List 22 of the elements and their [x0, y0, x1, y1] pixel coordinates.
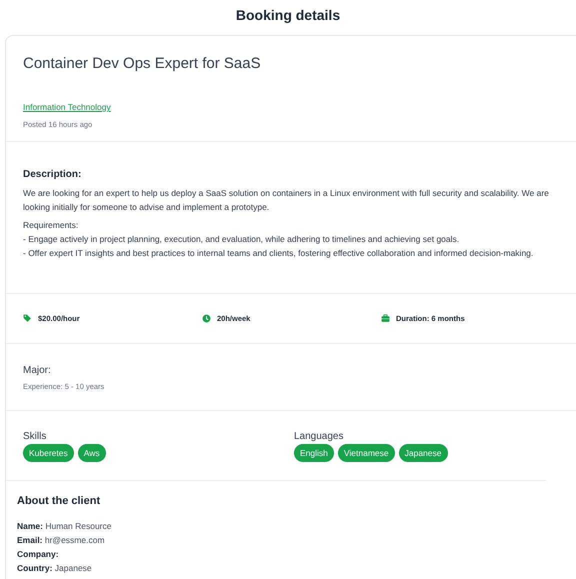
client-heading: About the client — [17, 495, 102, 507]
job-title: Container Dev Ops Expert for SaaS — [23, 55, 262, 72]
briefcase-icon — [381, 314, 390, 323]
clock-icon — [202, 314, 211, 323]
tag: Japanese — [398, 444, 448, 462]
tag-icon — [23, 314, 32, 323]
client-field: Country: Japanese — [17, 561, 557, 575]
tag: Vietnamese — [338, 444, 395, 462]
category-link[interactable]: Information Technology — [23, 102, 111, 112]
major-heading: Major: — [23, 365, 52, 376]
description-heading: Description: — [23, 169, 82, 180]
description-text: Requirements: - Engage actively in project planning, execution, and evaluation, while adhering to timelines and achieving set goals. - Offer expert IT insights and best practices to internal teams and clients, fostering effective collaboration and informed decision-making. — [23, 219, 534, 260]
tag: Kuberetes — [23, 444, 74, 462]
tag-group-heading: Skills — [23, 431, 48, 442]
client-field: Email: hr@essme.com — [17, 533, 557, 547]
tag: Aws — [78, 444, 106, 462]
page-title: Booking details — [234, 6, 342, 25]
tag-group-heading: Languages — [294, 431, 344, 442]
description-text: We are looking for an expert to help us deploy a SaaS solution on containers in a Linux environment with full security and scalability. We are looking initially for someone to advise and implement a prototype. — [23, 187, 550, 214]
tag: English — [294, 444, 334, 462]
client-field: Name: Human Resource — [17, 519, 557, 533]
client-field: Company: — [17, 547, 557, 561]
